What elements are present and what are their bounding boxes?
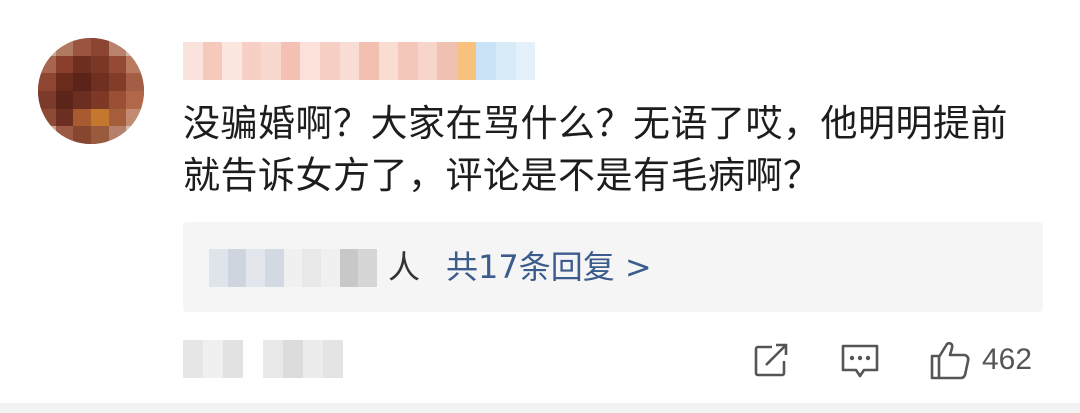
comment-icon [841, 344, 879, 378]
reply-person-suffix: 人 [388, 248, 421, 286]
reply-count-link[interactable]: 共17条回复 > [446, 245, 652, 289]
comment-text: 没骗婚啊？大家在骂什么？无语了哎，他明明提前就告诉女方了，评论是不是有毛病啊？ [183, 102, 1008, 197]
share-icon [754, 343, 788, 377]
thumbs-up-icon [930, 341, 970, 380]
like-count: 462 [982, 343, 1033, 376]
share-button[interactable] [750, 338, 792, 382]
reply-names-blurred [209, 249, 378, 287]
avatar[interactable] [38, 38, 144, 144]
username-blurred[interactable] [183, 42, 536, 80]
reply-button[interactable] [838, 338, 882, 382]
like-button[interactable]: 462 [928, 338, 1032, 382]
comment-meta-blurred [183, 340, 343, 378]
comment-actions: 462 [750, 338, 1050, 382]
reply-preview[interactable]: 人 共17条回复 > [183, 222, 1043, 312]
divider [0, 403, 1080, 413]
